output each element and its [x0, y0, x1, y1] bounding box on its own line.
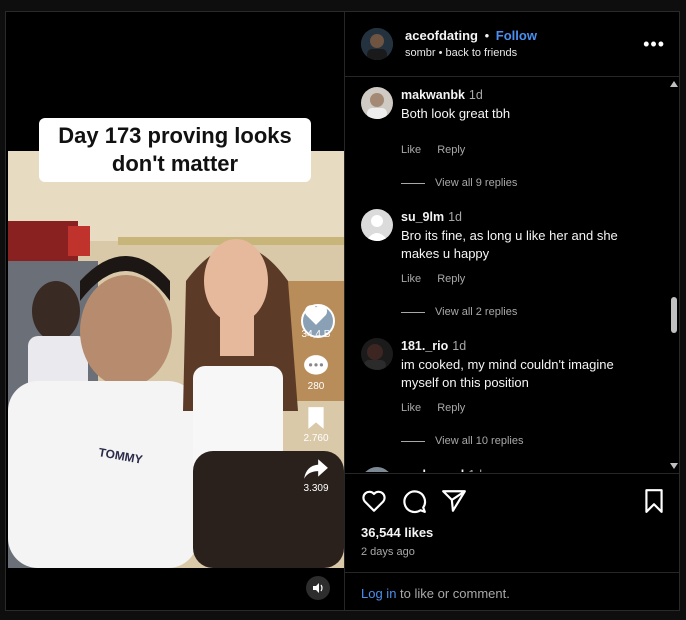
- post-timestamp: 2 days ago: [361, 546, 415, 558]
- caption-line-2: don't matter: [111, 151, 239, 176]
- scrollbar-thumb[interactable]: [671, 297, 677, 333]
- author-username[interactable]: aceofdating: [405, 28, 478, 43]
- mute-button[interactable]: [306, 576, 330, 600]
- video-scene: TOMMY: [8, 151, 344, 568]
- overlay-like: 34,4 B: [296, 302, 336, 340]
- post-header: aceofdating • Follow sombr • back to fri…: [345, 12, 679, 77]
- video-overlay-actions: 34,4 B 280 2.760 3.309: [296, 302, 336, 508]
- speaker-icon: [313, 583, 323, 593]
- replies-divider: [401, 182, 425, 184]
- likes-count[interactable]: 36,544 likes: [361, 525, 433, 540]
- heart-icon: [304, 305, 328, 325]
- bookmark-icon: [308, 407, 324, 429]
- post-dialog: TOMMY Day 173 proving looks don't matter…: [5, 11, 680, 611]
- commenter-avatar-image: [361, 338, 393, 370]
- comment-actions: Like Reply: [401, 273, 481, 285]
- comment-like-button[interactable]: Like: [401, 402, 421, 414]
- video-player[interactable]: TOMMY Day 173 proving looks don't matter…: [6, 12, 345, 610]
- view-replies[interactable]: View all 9 replies: [401, 177, 517, 189]
- comment-avatar[interactable]: [361, 87, 393, 119]
- comment-username[interactable]: su_9lm: [401, 210, 444, 224]
- video-frame[interactable]: TOMMY: [8, 151, 344, 568]
- overlay-share-count: 3.309: [303, 483, 329, 494]
- follow-button[interactable]: Follow: [496, 28, 537, 43]
- login-prompt: Log in to like or comment.: [345, 572, 679, 610]
- comment-like-button[interactable]: Like: [401, 144, 421, 156]
- overlay-saves: 2.760: [296, 406, 336, 444]
- commenter-avatar-image: [361, 87, 393, 119]
- author-avatar-image: [361, 28, 393, 60]
- comment-reply-button[interactable]: Reply: [437, 144, 465, 156]
- comment-time: 1d: [468, 88, 483, 102]
- replies-divider: [401, 440, 425, 442]
- overlay-save-count: 2.760: [303, 433, 329, 444]
- comment-text: im cooked, my mind couldn't imagine myse…: [401, 357, 614, 390]
- caption-line-1: Day 173 proving looks: [58, 123, 292, 148]
- comment-username[interactable]: caglarogul: [401, 468, 464, 472]
- comment-time: 1d: [468, 468, 482, 472]
- comment-avatar[interactable]: [361, 467, 393, 472]
- comment-header: caglarogul 1d: [401, 468, 482, 472]
- overlay-shares: 3.309: [296, 458, 336, 494]
- comment-reply-button[interactable]: Reply: [437, 402, 465, 414]
- overlay-comments: 280: [296, 354, 336, 392]
- video-caption: Day 173 proving looks don't matter: [39, 118, 311, 182]
- comment-header: makwanbk 1d: [401, 88, 483, 102]
- comment-actions: Like Reply: [401, 402, 481, 414]
- view-replies-label[interactable]: View all 9 replies: [435, 177, 517, 189]
- author-line: aceofdating • Follow: [405, 28, 537, 43]
- audio-track[interactable]: sombr • back to friends: [405, 47, 517, 59]
- view-replies[interactable]: View all 2 replies: [401, 306, 517, 318]
- login-text: Log in to like or comment.: [361, 586, 510, 601]
- comment-header: 181._rio 1d: [401, 339, 466, 353]
- comment-actions: Like Reply: [401, 144, 481, 156]
- comment-text: Bro its fine, as long u like her and she…: [401, 228, 618, 261]
- comment-header: su_9lm 1d: [401, 210, 462, 224]
- more-options-icon[interactable]: •••: [643, 34, 665, 55]
- scroll-down-arrow-icon[interactable]: [670, 463, 678, 469]
- separator-dot: •: [484, 28, 490, 43]
- view-replies-label[interactable]: View all 2 replies: [435, 306, 517, 318]
- comment-username[interactable]: makwanbk: [401, 88, 465, 102]
- post-actions: 36,544 likes 2 days ago Log in to like o…: [345, 473, 679, 610]
- share-paper-plane-icon[interactable]: [441, 488, 467, 514]
- commenter-avatar-image: [361, 467, 393, 472]
- view-replies[interactable]: View all 10 replies: [401, 435, 523, 447]
- overlay-like-count: 34,4 B: [301, 329, 331, 340]
- comment-text: Both look great tbh: [401, 106, 511, 121]
- like-heart-icon[interactable]: [361, 488, 387, 514]
- scroll-up-arrow-icon[interactable]: [670, 81, 678, 87]
- comment-time: 1d: [452, 339, 467, 353]
- overlay-comment-count: 280: [307, 381, 325, 392]
- default-avatar-icon: [361, 209, 393, 241]
- post-sidebar: aceofdating • Follow sombr • back to fri…: [345, 12, 679, 610]
- comment-icon[interactable]: [401, 488, 427, 514]
- login-link[interactable]: Log in: [361, 586, 396, 601]
- share-arrow-icon: [304, 459, 328, 479]
- comment-avatar[interactable]: [361, 338, 393, 370]
- comment-reply-button[interactable]: Reply: [437, 273, 465, 285]
- comments-list[interactable]: makwanbk 1d Both look great tbh Like Reply…: [345, 77, 679, 472]
- view-replies-label[interactable]: View all 10 replies: [435, 435, 523, 447]
- comment-username[interactable]: 181._rio: [401, 339, 448, 353]
- comments-scrollbar[interactable]: [669, 79, 679, 471]
- author-avatar[interactable]: [361, 28, 393, 60]
- comment-time: 1d: [448, 210, 462, 224]
- save-bookmark-icon[interactable]: [641, 488, 667, 514]
- login-rest: to like or comment.: [396, 586, 510, 601]
- replies-divider: [401, 311, 425, 313]
- comment-like-button[interactable]: Like: [401, 273, 421, 285]
- comment-bubble-icon: [304, 355, 328, 375]
- comment-avatar[interactable]: [361, 209, 393, 241]
